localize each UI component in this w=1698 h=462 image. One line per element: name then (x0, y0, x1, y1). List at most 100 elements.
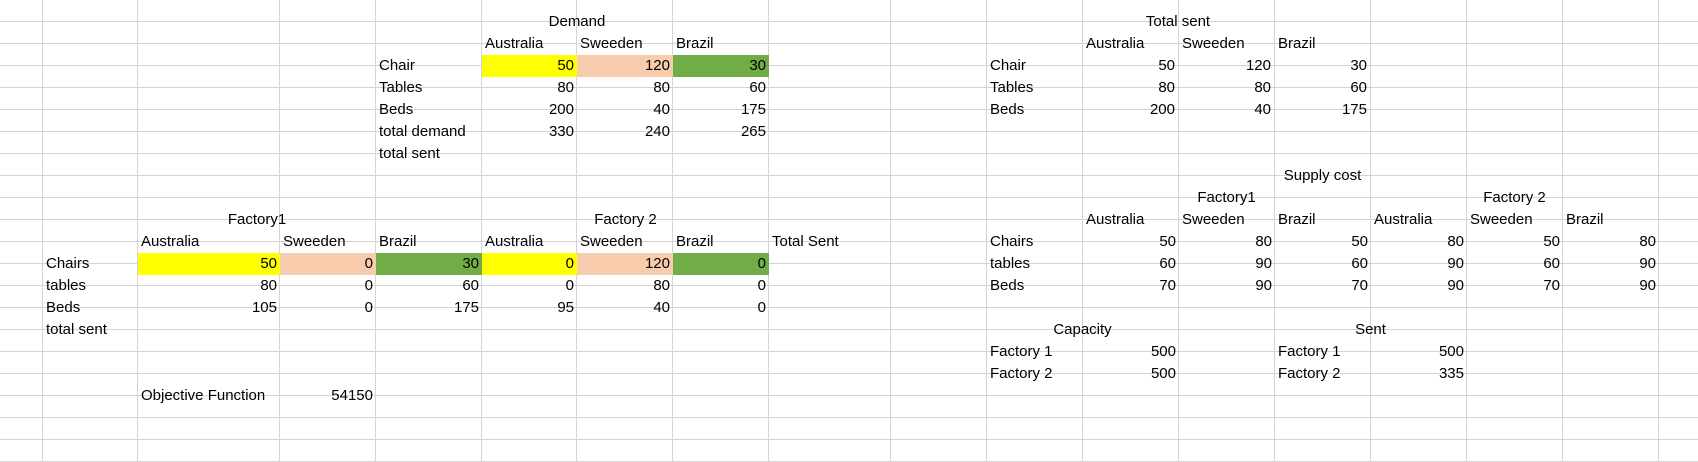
total-sent-col-header[interactable]: Brazil (1275, 33, 1370, 55)
supply-row-label[interactable]: Chairs (987, 231, 1082, 253)
demand-row-label[interactable]: Tables (376, 77, 482, 99)
demand-row-label[interactable]: Beds (376, 99, 482, 121)
alloc-col-header[interactable]: Australia (482, 231, 577, 253)
supply-cell[interactable]: 70 (1275, 275, 1371, 297)
supply-cell[interactable]: 80 (1179, 231, 1275, 253)
supply-row-label[interactable]: tables (987, 253, 1082, 275)
demand-col-header[interactable]: Sweeden (577, 33, 673, 55)
sent-value[interactable]: 500 (1371, 341, 1467, 363)
supply-cell[interactable]: 90 (1179, 275, 1275, 297)
supply-cell[interactable]: 90 (1563, 275, 1659, 297)
total-sent-cell[interactable]: 50 (1083, 55, 1178, 77)
supply-col-header[interactable]: Sweeden (1179, 209, 1274, 231)
demand-cell[interactable]: 60 (673, 77, 769, 99)
alloc-cell[interactable]: 95 (482, 297, 577, 319)
sent-row-label[interactable]: Factory 2 (1275, 363, 1370, 385)
supply-col-header[interactable]: Australia (1083, 209, 1178, 231)
demand-row-label[interactable]: total demand (376, 121, 482, 143)
supply-col-header[interactable]: Brazil (1563, 209, 1658, 231)
alloc-cell[interactable]: 80 (138, 275, 280, 297)
alloc-cell[interactable]: 0 (673, 297, 769, 319)
total-sent-cell[interactable]: 80 (1179, 77, 1274, 99)
total-sent-row-label[interactable]: Beds (987, 99, 1082, 121)
total-sent-col-header[interactable]: Australia (1083, 33, 1178, 55)
supply-cell[interactable]: 70 (1083, 275, 1179, 297)
supply-cell[interactable]: 90 (1563, 253, 1659, 275)
factory1-header[interactable]: Factory1 (138, 209, 376, 231)
alloc-col-header[interactable]: Brazil (376, 231, 482, 253)
alloc-col-header[interactable]: Sweeden (280, 231, 375, 253)
total-sent-cell[interactable]: 200 (1083, 99, 1178, 121)
capacity-title[interactable]: Capacity (987, 319, 1178, 341)
supply-cell[interactable]: 90 (1371, 253, 1467, 275)
objective-label[interactable]: Objective Function (138, 385, 280, 407)
supply-cell[interactable]: 80 (1371, 231, 1467, 253)
alloc-row-label[interactable]: Chairs (43, 253, 138, 275)
supply-col-header[interactable]: Brazil (1275, 209, 1370, 231)
demand-cell[interactable]: 200 (482, 99, 577, 121)
supply-cell[interactable]: 50 (1083, 231, 1179, 253)
alloc-col-header[interactable]: Sweeden (577, 231, 673, 253)
total-sent-row-label[interactable]: Chair (987, 55, 1082, 77)
supply-cell[interactable]: 50 (1467, 231, 1563, 253)
sent-value[interactable]: 335 (1371, 363, 1467, 385)
capacity-value[interactable]: 500 (1083, 341, 1179, 363)
alloc-row-label[interactable]: tables (43, 275, 138, 297)
supply-cell[interactable]: 90 (1179, 253, 1275, 275)
alloc-cell[interactable]: 0 (280, 253, 376, 275)
alloc-cell[interactable]: 105 (138, 297, 280, 319)
supply-cell[interactable]: 70 (1467, 275, 1563, 297)
demand-cell[interactable]: 330 (482, 121, 577, 143)
alloc-row-label[interactable]: total sent (43, 319, 138, 341)
alloc-cell[interactable]: 0 (280, 275, 376, 297)
total-sent-cell[interactable]: 80 (1083, 77, 1178, 99)
alloc-col-header[interactable]: Brazil (673, 231, 769, 253)
demand-col-header[interactable]: Australia (482, 33, 577, 55)
supply-factory2-header[interactable]: Factory 2 (1371, 187, 1658, 209)
demand-cell[interactable]: 30 (673, 55, 769, 77)
alloc-cell[interactable]: 50 (138, 253, 280, 275)
supply-col-header[interactable]: Australia (1371, 209, 1466, 231)
supply-col-header[interactable]: Sweeden (1467, 209, 1562, 231)
total-sent-col-header[interactable]: Sweeden (1179, 33, 1274, 55)
total-sent-cell[interactable]: 120 (1179, 55, 1274, 77)
total-sent-cell[interactable]: 30 (1275, 55, 1370, 77)
supply-cell[interactable]: 80 (1563, 231, 1659, 253)
total-sent-cell[interactable]: 175 (1275, 99, 1370, 121)
spreadsheet-grid[interactable]: Demand Australia Sweeden Brazil Chair 50… (0, 0, 1698, 462)
demand-cell[interactable]: 40 (577, 99, 673, 121)
alloc-cell[interactable]: 60 (376, 275, 482, 297)
alloc-cell[interactable]: 0 (673, 275, 769, 297)
alloc-cell[interactable]: 0 (482, 275, 577, 297)
supply-cell[interactable]: 60 (1083, 253, 1179, 275)
supply-cell[interactable]: 90 (1371, 275, 1467, 297)
alloc-cell[interactable]: 175 (376, 297, 482, 319)
demand-cell[interactable]: 80 (482, 77, 577, 99)
demand-cell[interactable]: 175 (673, 99, 769, 121)
demand-row-label[interactable]: total sent (376, 143, 482, 165)
total-sent-cell[interactable]: 60 (1275, 77, 1370, 99)
supply-cell[interactable]: 50 (1275, 231, 1371, 253)
demand-title[interactable]: Demand (482, 11, 672, 33)
alloc-cell[interactable]: 120 (577, 253, 673, 275)
alloc-col-header[interactable]: Australia (138, 231, 279, 253)
capacity-row-label[interactable]: Factory 1 (987, 341, 1082, 363)
supply-cell[interactable]: 60 (1467, 253, 1563, 275)
supply-factory1-header[interactable]: Factory1 (1083, 187, 1370, 209)
demand-cell[interactable]: 120 (577, 55, 673, 77)
capacity-row-label[interactable]: Factory 2 (987, 363, 1082, 385)
alloc-cell[interactable]: 0 (280, 297, 376, 319)
sent-row-label[interactable]: Factory 1 (1275, 341, 1370, 363)
total-sent-row-label[interactable]: Tables (987, 77, 1082, 99)
alloc-cell[interactable]: 0 (673, 253, 769, 275)
total-sent-header[interactable]: Total Sent (769, 231, 890, 253)
alloc-cell[interactable]: 30 (376, 253, 482, 275)
supply-cell[interactable]: 60 (1275, 253, 1371, 275)
supply-cost-title[interactable]: Supply cost (1179, 165, 1466, 187)
total-sent-title[interactable]: Total sent (1083, 11, 1273, 33)
alloc-row-label[interactable]: Beds (43, 297, 138, 319)
demand-cell[interactable]: 80 (577, 77, 673, 99)
alloc-cell[interactable]: 80 (577, 275, 673, 297)
demand-col-header[interactable]: Brazil (673, 33, 769, 55)
capacity-value[interactable]: 500 (1083, 363, 1179, 385)
